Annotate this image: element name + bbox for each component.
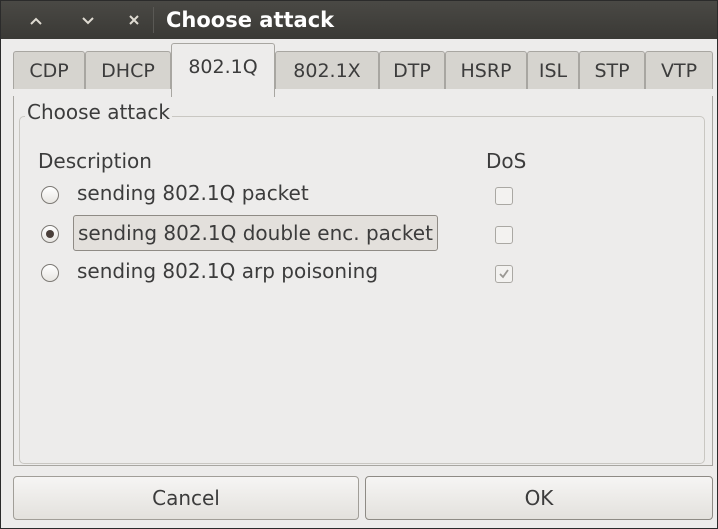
- tab-hsrp[interactable]: HSRP: [445, 51, 527, 89]
- tab-vtp[interactable]: VTP: [645, 51, 713, 89]
- checkmark-icon: [499, 269, 509, 279]
- choose-attack-dialog: Choose attack CDP DHCP 802.1Q 802.1X DTP…: [0, 0, 718, 529]
- ok-button[interactable]: OK: [365, 476, 713, 520]
- protocol-tabs: CDP DHCP 802.1Q 802.1X DTP HSRP ISL STP …: [13, 43, 713, 97]
- tab-dhcp[interactable]: DHCP: [85, 51, 171, 89]
- attack-radio-0[interactable]: [41, 186, 59, 204]
- cancel-button[interactable]: Cancel: [13, 476, 359, 520]
- tab-802-1x[interactable]: 802.1X: [275, 51, 379, 89]
- dos-header: DoS: [486, 149, 527, 173]
- window-title: Choose attack: [166, 8, 335, 32]
- dos-checkbox-2[interactable]: [495, 265, 513, 283]
- attack-radio-2[interactable]: [41, 264, 59, 282]
- titlebar-separator: [153, 7, 154, 33]
- title-bar: Choose attack: [1, 1, 717, 39]
- attack-label-0[interactable]: sending 802.1Q packet: [73, 176, 313, 212]
- dos-checkbox-1[interactable]: [495, 226, 513, 244]
- minimize-icon[interactable]: [21, 7, 51, 33]
- attack-label-2[interactable]: sending 802.1Q arp poisoning: [73, 254, 382, 290]
- attack-label-1[interactable]: sending 802.1Q double enc. packet: [73, 215, 438, 251]
- tab-stp[interactable]: STP: [579, 51, 645, 89]
- tab-dtp[interactable]: DTP: [379, 51, 445, 89]
- tab-802-1q[interactable]: 802.1Q: [171, 43, 275, 97]
- tab-cdp[interactable]: CDP: [13, 51, 85, 89]
- frame-label: Choose attack: [25, 100, 172, 124]
- maximize-icon[interactable]: [73, 7, 103, 33]
- attack-radio-1[interactable]: [41, 225, 59, 243]
- description-header: Description: [38, 149, 152, 173]
- tab-isl[interactable]: ISL: [527, 51, 579, 89]
- close-icon[interactable]: [119, 7, 149, 33]
- dos-checkbox-0[interactable]: [495, 187, 513, 205]
